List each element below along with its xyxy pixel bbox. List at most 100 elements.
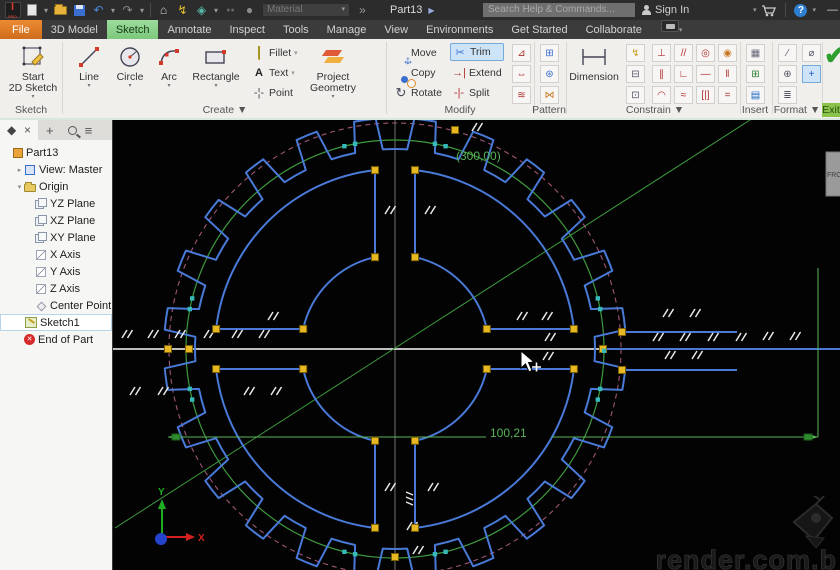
undo-icon[interactable]: ↶ (90, 2, 107, 18)
parallel-constraint-icon[interactable] (762, 331, 775, 341)
midpoint-handle[interactable] (342, 549, 347, 554)
tree-item-part13[interactable]: Part13 (0, 144, 112, 161)
perpendicular-constraint-icon[interactable]: ∟ (674, 65, 693, 83)
concentric-constraint-icon[interactable]: ◎ (696, 44, 715, 62)
tree-item-origin[interactable]: ▾ Origin (0, 178, 112, 195)
diagonal-construction-line[interactable] (114, 120, 751, 529)
offset-icon[interactable]: ≋ (512, 86, 531, 104)
point-button[interactable]: -¦- Point (252, 84, 293, 102)
tree-item-sketch1[interactable]: Sketch1 (0, 314, 112, 331)
parallel-constraint-icon[interactable] (121, 329, 134, 339)
panel-label-sketch[interactable]: Sketch (2, 103, 60, 117)
signin-dropdown-icon[interactable]: ▾ (753, 6, 757, 14)
parallel-constraint-icon[interactable] (542, 351, 555, 361)
tab-view[interactable]: View (375, 20, 417, 39)
tree-item-end-of-part[interactable]: ✕ End of Part (0, 331, 112, 348)
tab-file[interactable]: File (0, 20, 42, 39)
construction-icon[interactable]: ⁄ (778, 44, 797, 62)
constraint-settings-icon[interactable]: ⊡ (626, 86, 645, 104)
vertex-handle[interactable] (411, 436, 419, 445)
midpoint-handle[interactable] (342, 144, 347, 149)
panel-label-exit[interactable]: Exit (822, 103, 840, 117)
tree-expander-icon[interactable]: ▸ (15, 166, 24, 174)
minimize-icon[interactable]: — (827, 4, 838, 16)
midpoint-handle[interactable] (443, 549, 448, 554)
circle-button[interactable]: Circle ▾ (110, 42, 150, 89)
app-logo[interactable]: I PRO (4, 2, 21, 19)
vertex-handle[interactable] (371, 523, 379, 532)
vertical-constraint-icon[interactable]: ‖ (718, 65, 737, 83)
finish-sketch-button[interactable]: ✔ FinishSketch (824, 42, 840, 68)
parallel-constraint-icon[interactable] (471, 122, 484, 132)
sketch-canvas[interactable]: 100,21 (300,00) Y X FRO render.com.b (113, 120, 840, 570)
trim-button[interactable]: ✂ Trim (450, 43, 504, 61)
tree-expander-icon[interactable]: ▾ (15, 183, 24, 191)
web-ring-arc[interactable] (414, 169, 575, 330)
vertex-handle[interactable] (212, 325, 221, 333)
toolbar-overflow-icon[interactable]: » (354, 2, 371, 18)
vertex-handle[interactable] (618, 366, 626, 374)
vertex-handle[interactable] (482, 325, 491, 333)
midpoint-handle[interactable] (190, 296, 195, 301)
auto-dimension-icon[interactable]: ↯ (626, 44, 645, 62)
tree-item-view-master[interactable]: ▸ View: Master (0, 161, 112, 178)
midpoint-handle[interactable] (432, 552, 438, 557)
rotate-button[interactable]: ↻ Rotate (394, 84, 442, 102)
appearance-sphere-icon[interactable]: ● (241, 2, 258, 18)
collinear-constraint-icon[interactable]: // (674, 44, 693, 62)
vertex-handle[interactable] (411, 253, 419, 262)
web-ring-arc[interactable] (414, 368, 575, 529)
tab-sketch[interactable]: Sketch (106, 20, 159, 39)
split-button[interactable]: -|- Split (452, 84, 490, 102)
update-icon[interactable]: ↯ (174, 2, 191, 18)
web-ring-arc[interactable] (215, 368, 376, 529)
search-input[interactable]: Search Help & Commands... (483, 3, 635, 17)
vertex-handle[interactable] (371, 253, 379, 262)
parallel-constraint-icon[interactable] (541, 311, 554, 321)
screencast-dropdown-icon[interactable]: ▾ (679, 26, 683, 34)
parallel-constraint-icon[interactable] (664, 350, 677, 360)
tab-tools[interactable]: Tools (274, 20, 318, 39)
tree-item-xy-plane[interactable]: XY Plane (0, 229, 112, 246)
tab-inspect[interactable]: Inspect (221, 20, 274, 39)
save-icon[interactable] (71, 2, 88, 18)
constraint-hatch-icon[interactable] (405, 491, 414, 506)
sign-in-area[interactable]: Sign In (641, 0, 689, 20)
panel-label-insert[interactable]: Insert (738, 103, 772, 117)
parallel-constraint-icon[interactable] (427, 482, 440, 492)
midpoint-handle[interactable] (598, 306, 603, 312)
tree-item-yz-plane[interactable]: YZ Plane (0, 195, 112, 212)
vertex-handle[interactable] (299, 325, 308, 333)
tree-item-y-axis[interactable]: Y Axis (0, 263, 112, 280)
hub-arc[interactable] (414, 256, 488, 330)
circular-pattern-icon[interactable]: ⊛ (540, 65, 559, 83)
mirror-icon[interactable]: ⋈ (540, 86, 559, 104)
cart-icon[interactable] (761, 4, 777, 17)
panel-label-modify[interactable]: Modify (420, 103, 500, 117)
tab-3d-model[interactable]: 3D Model (42, 20, 107, 39)
rectangular-pattern-icon[interactable]: ⊞ (540, 44, 559, 62)
show-constraints-icon[interactable]: ⊟ (626, 65, 645, 83)
dimension-grip[interactable] (803, 433, 813, 441)
dimension-value[interactable]: 100,21 (490, 426, 527, 440)
vertex-handle[interactable] (569, 325, 578, 333)
redo-dropdown-icon[interactable]: ▾ (138, 2, 146, 18)
tab-collaborate[interactable]: Collaborate (577, 20, 651, 39)
midpoint-handle[interactable] (432, 141, 438, 146)
center-point-icon[interactable]: + (802, 65, 821, 83)
add-tab-icon[interactable]: + (46, 123, 54, 138)
tree-item-z-axis[interactable]: Z Axis (0, 280, 112, 297)
import-points-icon[interactable]: ⊞ (746, 65, 765, 83)
parallel-constraint-icon[interactable] (258, 329, 271, 339)
tab-get-started[interactable]: Get Started (502, 20, 576, 39)
midpoint-handle[interactable] (352, 141, 358, 146)
parallel-constraint-icon[interactable] (384, 482, 397, 492)
vertex-handle[interactable] (371, 166, 379, 175)
centerline-icon[interactable]: ⊕ (778, 65, 797, 83)
parallel-constraint-icon[interactable] (789, 331, 802, 341)
parallel-constraint-icon[interactable] (424, 205, 437, 215)
arc-button[interactable]: Arc ▾ (152, 42, 186, 89)
look-at-icon[interactable]: ◈ (193, 2, 210, 18)
panel-label-constrain[interactable]: Constrain ▼ (600, 103, 710, 117)
midpoint-handle[interactable] (187, 306, 192, 312)
